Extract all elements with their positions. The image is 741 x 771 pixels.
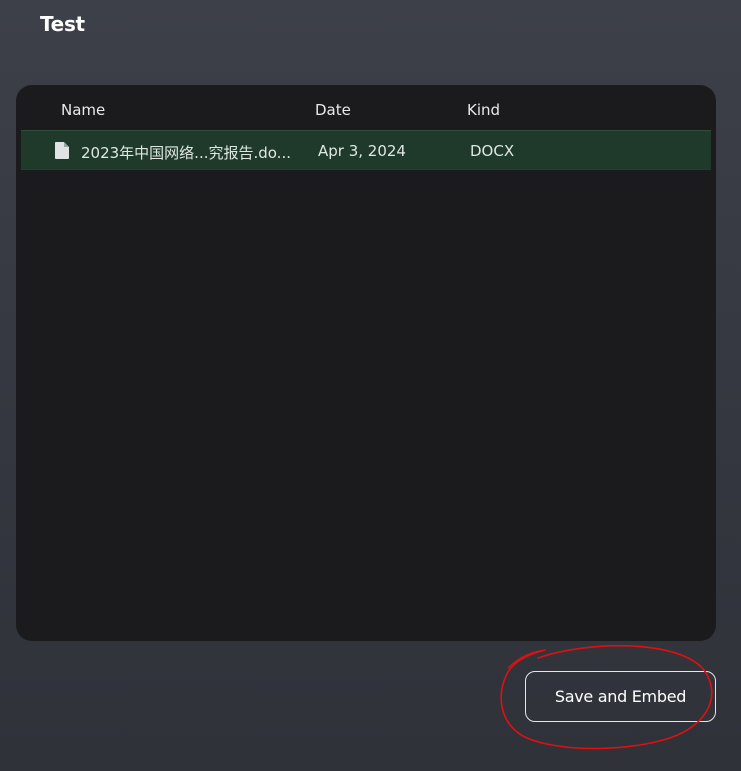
file-table-panel: Name Date Kind 2023年中国网络...究报告.do... Apr… xyxy=(16,85,716,641)
column-header-name[interactable]: Name xyxy=(61,101,105,119)
save-and-embed-button[interactable]: Save and Embed xyxy=(525,671,716,722)
column-header-date[interactable]: Date xyxy=(315,101,351,119)
file-kind: DOCX xyxy=(470,142,515,160)
workspace-title: Test xyxy=(40,12,85,36)
file-row-selected[interactable]: 2023年中国网络...究报告.do... Apr 3, 2024 DOCX xyxy=(21,130,711,170)
file-date: Apr 3, 2024 xyxy=(318,142,406,160)
file-table-header: Name Date Kind xyxy=(16,85,716,131)
column-header-kind[interactable]: Kind xyxy=(467,101,500,119)
document-icon xyxy=(55,142,69,159)
file-name: 2023年中国网络...究报告.do... xyxy=(81,144,291,162)
